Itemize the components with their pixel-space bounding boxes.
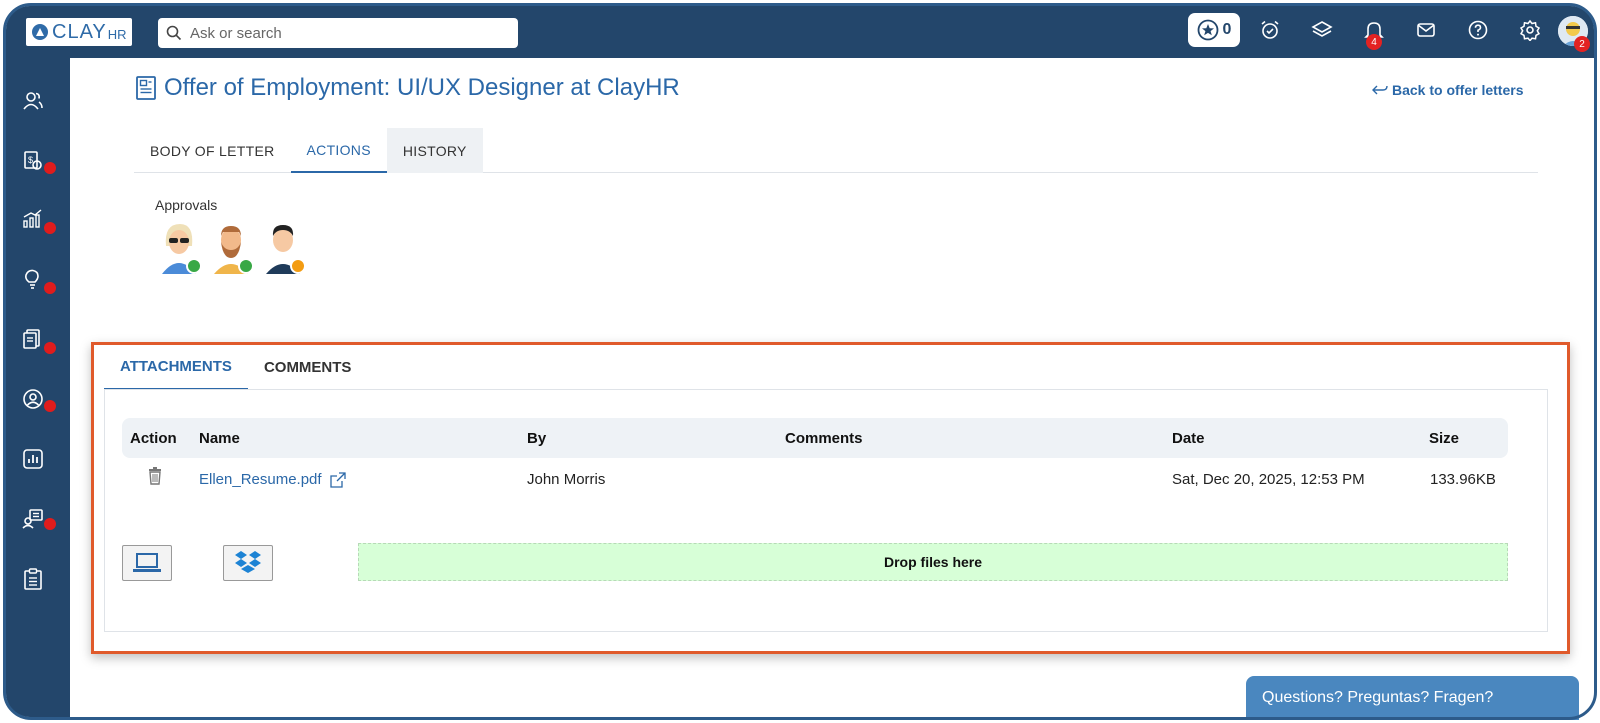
column-header-size: Size [1429, 430, 1460, 447]
star-count: 0 [1222, 21, 1232, 38]
star-icon [1197, 19, 1218, 41]
help-icon[interactable] [1466, 18, 1490, 42]
column-header-comments: Comments [785, 430, 863, 447]
delete-trash-icon[interactable] [148, 467, 162, 489]
payroll-icon[interactable]: $ [20, 148, 46, 174]
column-header-date: Date [1172, 430, 1205, 447]
laptop-icon [133, 553, 161, 572]
approved-thumb-icon [238, 258, 254, 274]
file-dropzone[interactable]: Drop files here [358, 543, 1508, 581]
attachment-file-link[interactable]: Ellen_Resume.pdf [199, 471, 346, 488]
upload-from-computer-button[interactable] [122, 545, 172, 581]
logo-text: CLAY [52, 20, 107, 43]
external-link-icon [329, 471, 346, 488]
layers-icon[interactable] [1310, 18, 1334, 42]
tab-actions[interactable]: ACTIONS [290, 128, 387, 173]
growth-chart-icon[interactable] [20, 206, 46, 232]
user-circle-icon[interactable] [20, 386, 46, 412]
approvals-label: Approvals [155, 197, 218, 213]
column-header-by: By [527, 430, 547, 447]
payroll-alert-dot [44, 162, 56, 174]
people-icon[interactable] [20, 88, 46, 114]
offer-tabs: BODY OF LETTER ACTIONS HISTORY [134, 128, 1538, 173]
logo-mark-icon [32, 24, 48, 40]
growth-alert-dot [44, 222, 56, 234]
approver-avatar[interactable] [158, 218, 204, 276]
tab-attachments[interactable]: ATTACHMENTS [104, 345, 248, 390]
notifications-badge: 4 [1366, 34, 1382, 50]
column-header-name: Name [199, 430, 240, 447]
dropzone-label: Drop files here [883, 554, 983, 570]
approver-avatar[interactable] [210, 218, 256, 276]
back-link-label: Back to offer letters [1392, 82, 1524, 98]
top-bar: CLAY HR [6, 6, 1594, 58]
tab-comments[interactable]: COMMENTS [248, 345, 368, 390]
help-chat-label: Questions? Preguntas? Fragen? [1262, 689, 1494, 706]
pending-hourglass-icon [290, 258, 306, 274]
tab-body-of-letter[interactable]: BODY OF LETTER [134, 128, 291, 173]
ideas-alert-dot [44, 282, 56, 294]
column-header-action: Action [130, 430, 177, 447]
report-icon[interactable] [20, 446, 46, 472]
file-size: 133.96KB [1430, 471, 1496, 488]
tab-history[interactable]: HISTORY [386, 128, 483, 173]
logo-suffix: HR [107, 26, 127, 42]
gear-icon[interactable] [1518, 18, 1542, 42]
file-name: Ellen_Resume.pdf [199, 471, 322, 488]
approved-thumb-icon [186, 258, 202, 274]
onboarding-icon[interactable] [20, 506, 46, 532]
alarm-clock-icon[interactable] [1258, 18, 1282, 42]
mail-icon[interactable] [1414, 18, 1438, 42]
documents-alert-dot [44, 342, 56, 354]
avatar-badge: 2 [1574, 36, 1590, 52]
upload-date: Sat, Dec 20, 2025, 12:53 PM [1172, 471, 1365, 488]
search-icon [166, 25, 182, 41]
svg-text:$: $ [28, 155, 33, 165]
lightbulb-icon[interactable] [20, 266, 46, 292]
profile-alert-dot [44, 400, 56, 412]
uploaded-by: John Morris [527, 471, 606, 488]
page-header: Offer of Employment: UI/UX Designer at C… [136, 74, 680, 102]
back-arrow-icon [1372, 85, 1388, 95]
approver-avatar[interactable] [262, 218, 308, 276]
letter-icon [136, 76, 156, 100]
documents-icon[interactable] [20, 326, 46, 352]
help-chat-button[interactable]: Questions? Preguntas? Fragen? [1246, 676, 1579, 720]
clayhr-logo[interactable]: CLAY HR [26, 18, 132, 46]
search-box[interactable] [158, 18, 518, 48]
upload-from-dropbox-button[interactable] [223, 545, 273, 581]
search-input[interactable] [190, 24, 490, 42]
dropbox-icon [235, 551, 261, 573]
attachments-tabs: ATTACHMENTS COMMENTS [104, 345, 367, 390]
kudos-star-button[interactable]: 0 [1188, 13, 1240, 47]
onboarding-alert-dot [44, 518, 56, 530]
page-title: Offer of Employment: UI/UX Designer at C… [164, 74, 680, 101]
checklist-icon[interactable] [20, 566, 46, 592]
app-window: CLAY HR 0 4 2 $ [0, 0, 1600, 723]
back-to-offer-letters-link[interactable]: Back to offer letters [1372, 82, 1523, 98]
